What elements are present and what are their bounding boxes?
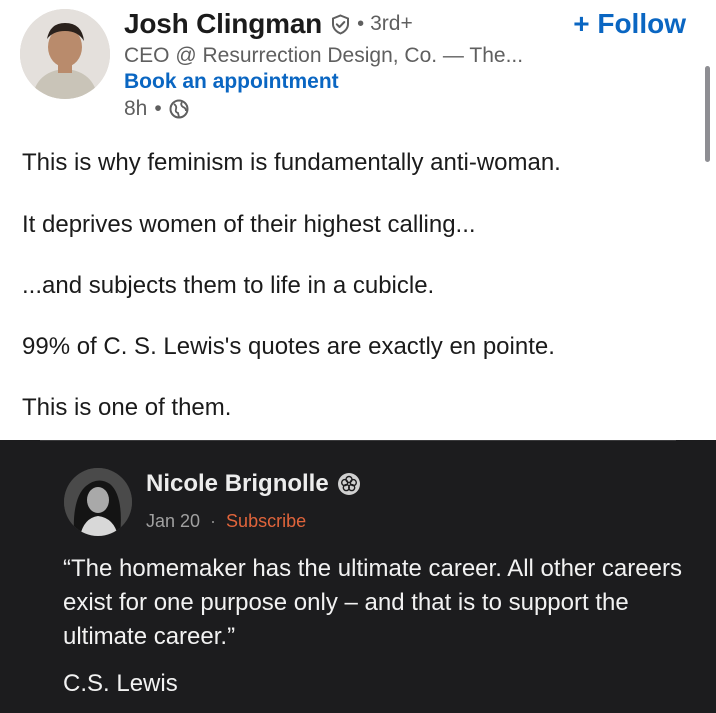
post-paragraph: 99% of C. S. Lewis's quotes are exactly … xyxy=(22,333,555,360)
embedded-quote-card[interactable]: Nicole Brignolle Jan 20 · Subscribe “The… xyxy=(0,440,716,713)
post-paragraph: It deprives women of their highest calli… xyxy=(22,211,476,238)
scrollbar[interactable] xyxy=(705,66,710,162)
author-name-row: Josh Clingman • 3rd+ xyxy=(124,8,413,40)
quote-author-row: Nicole Brignolle xyxy=(146,470,361,498)
verified-shield-icon xyxy=(330,13,351,35)
post-paragraph: This is why feminism is fundamentally an… xyxy=(22,149,561,176)
follow-button[interactable]: + Follow xyxy=(573,8,686,40)
connection-degree: 3rd+ xyxy=(370,12,413,35)
separator-dot: · xyxy=(210,511,217,531)
divider xyxy=(40,440,676,441)
flower-badge-icon xyxy=(337,472,361,496)
quote-author-avatar[interactable] xyxy=(64,468,132,536)
separator-dot: • xyxy=(154,97,162,120)
subscribe-link[interactable]: Subscribe xyxy=(226,511,306,532)
quote-author-name[interactable]: Nicole Brignolle xyxy=(146,470,329,498)
post-paragraph: ...and subjects them to life in a cubicl… xyxy=(22,272,435,299)
post-meta: 8h • xyxy=(124,97,189,121)
post-header: Josh Clingman • 3rd+ + Follow CEO @ Resu… xyxy=(0,0,716,135)
post-paragraph: This is one of them. xyxy=(22,394,232,421)
author-name[interactable]: Josh Clingman xyxy=(124,8,322,40)
quote-date: Jan 20 xyxy=(146,511,201,531)
quote-attribution: C.S. Lewis xyxy=(63,670,178,697)
globe-icon xyxy=(169,99,189,119)
quote-text: “The homemaker has the ultimate career. … xyxy=(63,555,682,650)
quote-meta: Jan 20 · Subscribe xyxy=(146,511,306,532)
separator-dot: • xyxy=(357,12,365,35)
post-time: 8h xyxy=(124,97,148,120)
book-appointment-link[interactable]: Book an appointment xyxy=(124,70,339,94)
author-headline: CEO @ Resurrection Design, Co. — The... xyxy=(124,44,524,67)
author-avatar[interactable] xyxy=(20,9,110,99)
